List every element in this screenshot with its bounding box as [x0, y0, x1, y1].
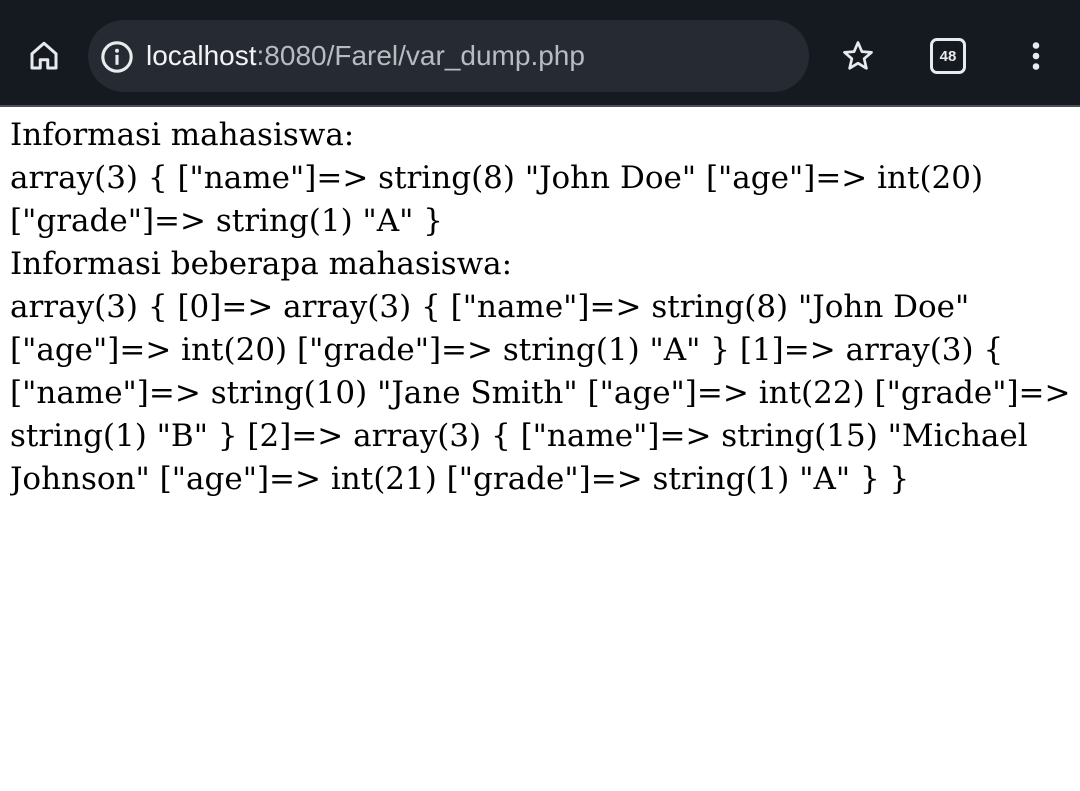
url-host: localhost	[146, 40, 257, 71]
heading-single-student: Informasi mahasiswa:	[10, 117, 355, 153]
var-dump-line: ["grade"]=> string(1) "A" }	[10, 203, 444, 239]
heading-multiple-students: Informasi beberapa mahasiswa:	[10, 246, 513, 282]
star-icon	[843, 41, 873, 70]
address-bar[interactable]: localhost:8080/Farel/var_dump.php	[88, 20, 809, 92]
page-content: Informasi mahasiswa: array(3) { ["name"]…	[10, 114, 1080, 501]
var-dump-line: Johnson" ["age"]=> int(21) ["grade"]=> s…	[10, 461, 910, 497]
home-button[interactable]	[20, 32, 68, 80]
var-dump-line: ["age"]=> int(20) ["grade"]=> string(1) …	[10, 332, 1004, 368]
var-dump-line: string(1) "B" } [2]=> array(3) { ["name"…	[10, 418, 1028, 454]
more-menu-button[interactable]	[1012, 32, 1060, 80]
home-icon	[30, 41, 58, 70]
info-icon[interactable]	[100, 40, 134, 74]
browser-toolbar: localhost:8080/Farel/var_dump.php 48	[0, 0, 1080, 107]
var-dump-line: array(3) { ["name"]=> string(8) "John Do…	[10, 160, 984, 196]
url-path: :8080/Farel/var_dump.php	[256, 40, 585, 71]
more-vert-icon	[1032, 42, 1040, 70]
tab-switcher-icon: 48	[930, 38, 966, 74]
var-dump-line: ["name"]=> string(10) "Jane Smith" ["age…	[10, 375, 1071, 411]
var-dump-line: array(3) { [0]=> array(3) { ["name"]=> s…	[10, 289, 970, 325]
bookmark-button[interactable]	[834, 32, 882, 80]
tab-switcher-button[interactable]: 48	[922, 32, 974, 80]
url-text[interactable]: localhost:8080/Farel/var_dump.php	[146, 20, 585, 92]
tab-count: 48	[939, 47, 957, 65]
